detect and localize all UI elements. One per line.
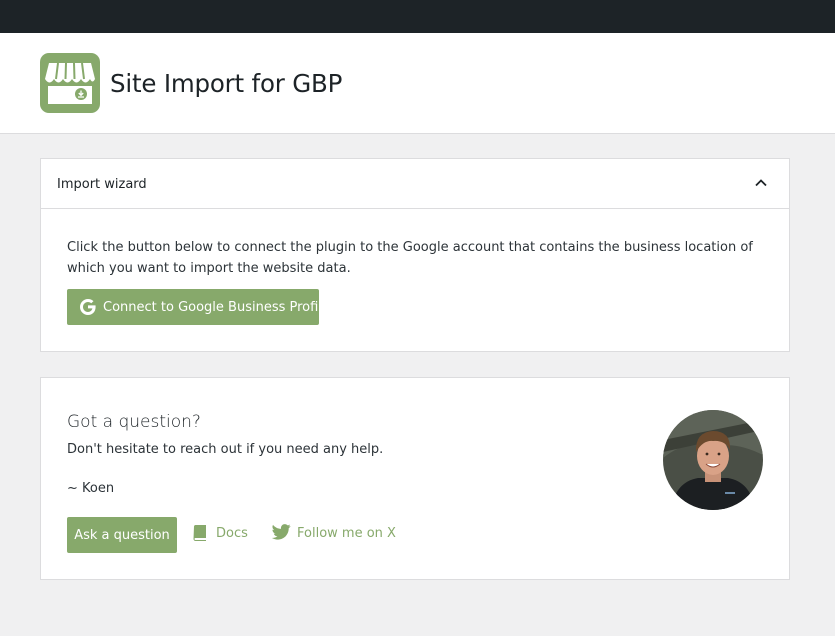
author-avatar [663,410,763,510]
connect-google-button[interactable]: Connect to Google Business Profile [67,289,330,325]
ask-question-button[interactable]: Ask a question [67,517,177,553]
wizard-panel-header[interactable]: Import wizard [41,159,789,209]
help-signature: ~ Koen [67,481,115,496]
chevron-up-icon[interactable] [753,175,769,191]
twitter-bird-icon[interactable] [272,524,291,540]
admin-bar [0,0,835,33]
wizard-panel-title: Import wizard [57,177,147,192]
docs-link[interactable]: Docs [216,526,248,541]
follow-x-link[interactable]: Follow me on X [297,526,396,541]
book-icon[interactable] [192,524,208,542]
plugin-logo-icon [40,53,100,113]
page-title: Site Import for GBP [110,69,343,98]
help-subtitle: Don't hesitate to reach out if you need … [67,442,384,457]
import-wizard-panel: Import wizard Click the button below to … [40,158,790,352]
help-title: Got a question? [67,412,201,432]
wizard-description: Click the button below to connect the pl… [67,240,753,276]
connect-button-label: Connect to Google Business Profile [103,300,330,315]
ask-question-label: Ask a question [74,528,170,543]
help-panel: Got a question? Don't hesitate to reach … [40,377,790,580]
plugin-header: Site Import for GBP [0,33,835,134]
google-g-icon [80,299,96,315]
